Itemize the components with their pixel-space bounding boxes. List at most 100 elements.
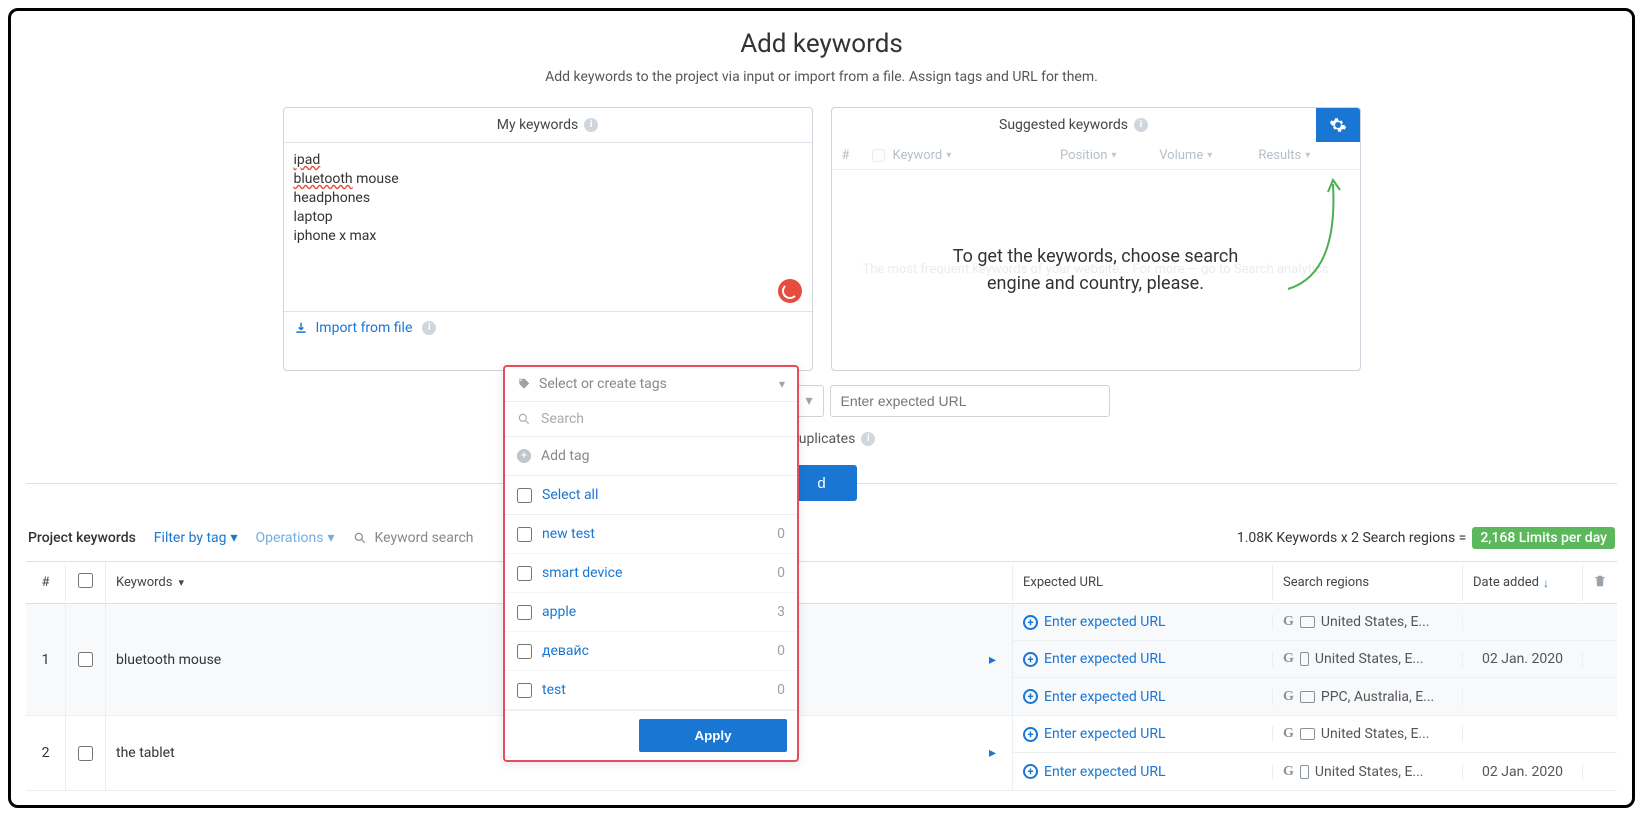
select-all-row[interactable]: Select all — [505, 476, 797, 515]
page-title: Add keywords — [26, 29, 1617, 59]
row-checkbox[interactable] — [78, 746, 93, 761]
tag-option[interactable]: apple3 — [505, 593, 797, 632]
col-results[interactable]: Results▾ — [1258, 148, 1349, 163]
search-icon — [353, 531, 367, 545]
row-checkbox-cell[interactable] — [66, 716, 106, 790]
suggested-header: Suggested keywords i — [832, 108, 1316, 142]
tag-label: smart device — [542, 565, 622, 581]
select-all-checkbox[interactable] — [517, 488, 532, 503]
info-icon[interactable]: i — [584, 118, 598, 132]
chevron-down-icon: ▾ — [779, 377, 785, 391]
tag-count: 0 — [777, 682, 785, 698]
sort-down-icon: ↓ — [1543, 576, 1549, 590]
summary-text: 1.08K Keywords x 2 Search regions = — [1237, 530, 1466, 546]
row-checkbox-cell[interactable] — [66, 604, 106, 715]
expand-arrow-icon[interactable]: ▸ — [989, 745, 996, 761]
enter-expected-url-button[interactable]: +Enter expected URL — [1013, 614, 1273, 630]
tag-checkbox[interactable] — [517, 527, 532, 542]
select-all-rows-checkbox[interactable] — [78, 573, 93, 588]
search-region-cell: G PPC, Australia, E... — [1273, 689, 1463, 705]
tags-dropdown-header[interactable]: Select or create tags ▾ — [505, 367, 797, 402]
enter-expected-url-button[interactable]: +Enter expected URL — [1013, 726, 1273, 742]
device-icon — [1300, 652, 1309, 666]
keyword-search-placeholder: Keyword search — [375, 530, 474, 546]
expand-arrow-icon[interactable]: ▸ — [989, 652, 996, 668]
tag-option[interactable]: smart device 0 — [505, 554, 797, 593]
trash-icon — [1593, 574, 1607, 588]
filter-by-tag-button[interactable]: Filter by tag ▾ — [154, 530, 238, 546]
search-region-cell: GUnited States, E... — [1273, 726, 1463, 742]
search-icon — [517, 412, 531, 426]
enter-expected-url-button[interactable]: +Enter expected URL — [1013, 764, 1273, 780]
tag-option[interactable]: new test0 — [505, 515, 797, 554]
expected-url-input[interactable] — [830, 385, 1110, 417]
plus-icon: + — [1023, 689, 1038, 704]
page-subtitle: Add keywords to the project via input or… — [26, 69, 1617, 85]
google-icon: G — [1283, 689, 1294, 705]
suggested-keywords-panel: Suggested keywords i # Keyword▾ Position… — [831, 107, 1361, 371]
col-expected-url[interactable]: Expected URL — [1013, 564, 1273, 601]
col-volume[interactable]: Volume▾ — [1159, 148, 1250, 163]
device-icon — [1300, 728, 1315, 740]
add-tag-label: Add tag — [541, 448, 589, 464]
google-icon: G — [1283, 651, 1294, 667]
device-icon — [1300, 765, 1309, 779]
tag-checkbox[interactable] — [517, 683, 532, 698]
my-keywords-title: My keywords — [497, 117, 578, 133]
col-checkbox[interactable] — [66, 562, 106, 603]
chevron-down-icon: ▾ — [327, 530, 334, 546]
tags-dropdown-placeholder: Select or create tags — [539, 376, 667, 392]
col-num: # — [842, 148, 864, 163]
col-position[interactable]: Position▾ — [1060, 148, 1151, 163]
sort-icon: ▾ — [946, 150, 951, 161]
tag-checkbox[interactable] — [517, 644, 532, 659]
settings-button[interactable] — [1316, 108, 1360, 142]
sort-icon: ▾ — [1305, 150, 1310, 161]
sort-icon: ▾ — [1207, 150, 1212, 161]
info-icon[interactable]: i — [861, 432, 875, 446]
operations-button[interactable]: Operations ▾ — [256, 530, 335, 546]
device-icon — [1300, 616, 1315, 628]
tags-dropdown: Select or create tags ▾ Search + Add tag… — [503, 365, 799, 762]
tag-count: 3 — [777, 604, 785, 620]
info-icon[interactable]: i — [422, 321, 436, 335]
suggested-empty-message: To get the keywords, choose search engin… — [926, 243, 1266, 297]
tag-label: девайс — [542, 643, 589, 659]
tag-count: 0 — [777, 565, 785, 581]
tag-icon — [517, 377, 531, 391]
my-keywords-panel: My keywords i ipadbluetooth mouseheadpho… — [283, 107, 813, 371]
tag-checkbox[interactable] — [517, 566, 532, 581]
region-text: United States, E... — [1321, 614, 1430, 630]
plus-icon: + — [1023, 764, 1038, 779]
row-checkbox[interactable] — [78, 652, 93, 667]
tag-label: test — [542, 682, 566, 698]
info-icon[interactable]: i — [1134, 118, 1148, 132]
keyword-search-input[interactable]: Keyword search — [353, 530, 474, 546]
keywords-textarea[interactable]: ipadbluetooth mouseheadphoneslaptopiphon… — [284, 143, 812, 311]
suggested-select-all[interactable] — [872, 149, 885, 162]
enter-expected-url-button[interactable]: +Enter expected URL — [1013, 651, 1273, 667]
tag-option[interactable]: test 0 — [505, 671, 797, 710]
search-region-cell: GUnited States, E... — [1273, 614, 1463, 630]
grammarly-icon[interactable] — [778, 279, 802, 303]
region-text: United States, E... — [1315, 764, 1424, 780]
tags-search-row[interactable]: Search — [505, 402, 797, 437]
add-tag-button[interactable]: + Add tag — [505, 437, 797, 476]
enter-expected-url-button[interactable]: +Enter expected URL — [1013, 689, 1273, 705]
apply-button[interactable]: Apply — [639, 719, 787, 752]
tag-option[interactable]: девайс0 — [505, 632, 797, 671]
region-text: United States, E... — [1315, 651, 1424, 667]
table-row: 1 bluetooth mouse▸ +Enter expected URL G… — [26, 604, 1617, 716]
col-search-regions[interactable]: Search regions — [1273, 564, 1463, 601]
col-delete[interactable] — [1583, 563, 1617, 603]
import-from-file-button[interactable]: Import from file i — [284, 311, 812, 344]
tag-label: new test — [542, 526, 595, 542]
col-date-added[interactable]: Date added↓ — [1463, 564, 1583, 601]
project-keywords-label: Project keywords — [28, 530, 136, 546]
plus-icon: + — [517, 449, 531, 463]
search-region-cell: G United States, E... — [1273, 651, 1463, 667]
tag-checkbox[interactable] — [517, 605, 532, 620]
tags-search-placeholder: Search — [541, 411, 584, 427]
col-keyword[interactable]: Keyword▾ — [893, 148, 1053, 163]
region-text: PPC, Australia, E... — [1321, 689, 1434, 705]
